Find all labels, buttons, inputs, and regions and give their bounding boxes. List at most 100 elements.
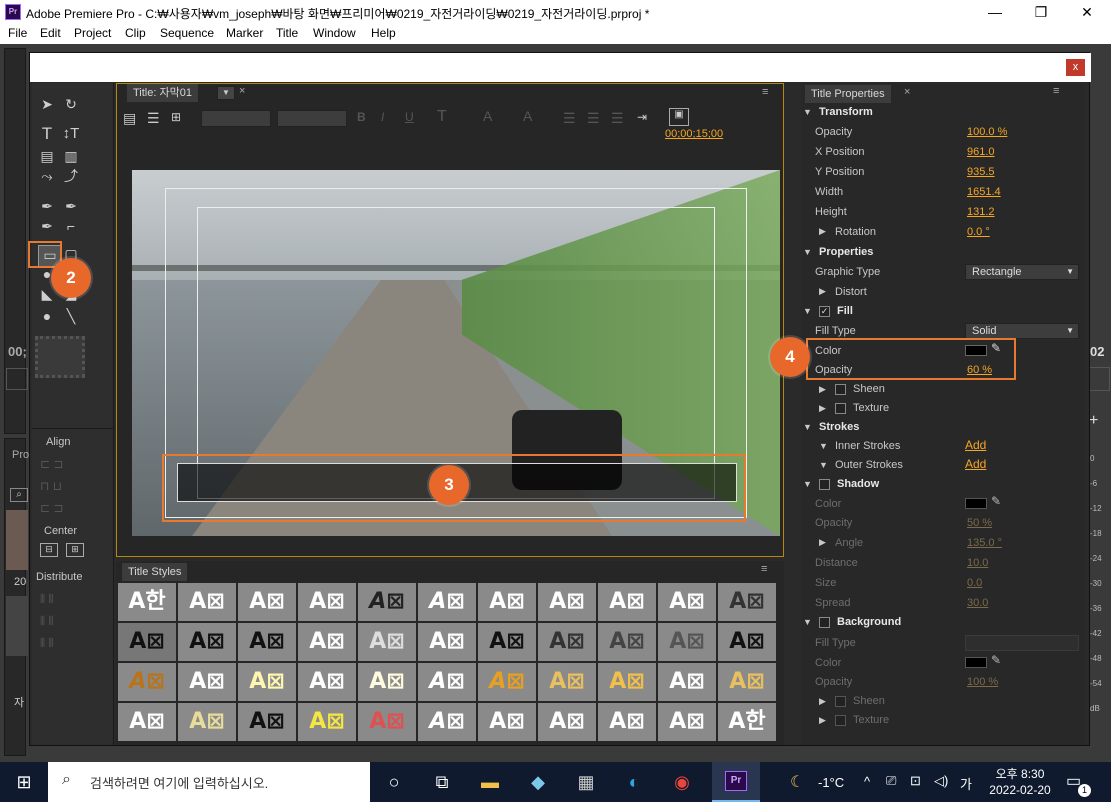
vertical-path-type-tool-icon[interactable]: ⤴	[60, 167, 82, 185]
font-family-select[interactable]	[201, 110, 271, 127]
background-checkbox[interactable]	[819, 617, 830, 628]
expand-icon[interactable]: ▼	[819, 441, 828, 451]
rotation-value[interactable]: 0.0 °	[967, 226, 990, 238]
background-sheen-checkbox[interactable]	[835, 696, 846, 707]
rotation-tool-icon[interactable]: ↻	[60, 95, 82, 113]
file-explorer-icon[interactable]: ▬	[466, 762, 514, 802]
menu-help[interactable]: Help	[371, 26, 396, 40]
font-style-select[interactable]	[277, 110, 347, 127]
project-thumbnail[interactable]	[6, 510, 28, 570]
style-swatch[interactable]: A⊠	[598, 583, 656, 621]
center-vertical-icon[interactable]: ⊞	[66, 543, 84, 557]
clock-time[interactable]: 오후 8:30	[990, 765, 1050, 782]
align-left-icon[interactable]: ☰	[563, 110, 576, 127]
style-swatch[interactable]: A⊠	[658, 703, 716, 741]
style-swatch[interactable]: A⊠	[238, 583, 296, 621]
delete-anchor-tool-icon[interactable]: ✒	[60, 197, 82, 215]
style-swatch[interactable]: A⊠	[178, 663, 236, 701]
style-swatch[interactable]: A⊠	[478, 663, 536, 701]
style-swatch[interactable]: A⊠	[358, 623, 416, 661]
eyedropper-icon[interactable]: ✎	[991, 653, 1001, 667]
cortana-icon[interactable]: ○	[370, 762, 418, 802]
add-anchor-tool-icon[interactable]: ✒	[36, 217, 58, 235]
add-icon[interactable]: +	[1089, 412, 1098, 430]
italic-icon[interactable]: I	[381, 110, 384, 124]
volume-icon[interactable]: ◁)	[934, 773, 948, 789]
windows-start-icon[interactable]: ⊞	[0, 762, 48, 802]
shadow-distance-value[interactable]: 10.0	[967, 557, 988, 569]
title-styles-tab[interactable]: Title Styles	[122, 563, 188, 581]
background-color-swatch[interactable]	[965, 657, 987, 668]
tab-stops-icon[interactable]: ⊞	[171, 110, 181, 124]
expand-icon[interactable]: ▶	[819, 696, 826, 707]
leading-icon[interactable]: A	[523, 108, 532, 124]
shadow-checkbox[interactable]	[819, 479, 830, 490]
tab-close-icon[interactable]: ×	[904, 86, 910, 98]
chrome-icon[interactable]: ◉	[658, 762, 706, 802]
style-swatch[interactable]: A⊠	[718, 583, 776, 621]
width-value[interactable]: 1651.4	[967, 186, 1001, 198]
style-swatch[interactable]: A⊠	[178, 623, 236, 661]
convert-anchor-tool-icon[interactable]: ⌐	[60, 217, 82, 235]
vertical-type-tool-icon[interactable]: ↕T	[60, 125, 82, 143]
new-title-icon[interactable]: ▤	[123, 110, 136, 127]
fill-type-select[interactable]: Solid ▼	[965, 323, 1079, 339]
style-swatch[interactable]: A⊠	[538, 663, 596, 701]
camera-icon[interactable]: ⎚	[886, 773, 896, 789]
expand-icon[interactable]: ▼	[803, 422, 812, 432]
menu-clip[interactable]: Clip	[125, 26, 146, 40]
distribute-buttons[interactable]: ⫴ ⫴ ⫴ ⫴ ⫴ ⫴	[40, 588, 90, 668]
opacity-value[interactable]: 100.0 %	[967, 126, 1007, 138]
bold-icon[interactable]: B	[357, 110, 366, 124]
strokes-header[interactable]: Strokes	[819, 421, 859, 433]
style-swatch[interactable]: A⊠	[418, 583, 476, 621]
style-swatch[interactable]: A⊠	[718, 663, 776, 701]
task-view-icon[interactable]: ⧉	[418, 762, 466, 802]
sheen-checkbox[interactable]	[835, 384, 846, 395]
ellipse-tool-icon[interactable]: ●	[36, 307, 58, 325]
font-size-icon[interactable]: T	[437, 108, 447, 126]
style-swatch[interactable]: A⊠	[178, 583, 236, 621]
transform-header[interactable]: Transform	[819, 106, 873, 118]
eyedropper-icon[interactable]: ✎	[991, 494, 1001, 508]
style-swatch[interactable]: A⊠	[598, 623, 656, 661]
style-swatch[interactable]: A⊠	[658, 583, 716, 621]
shadow-spread-value[interactable]: 30.0	[967, 597, 988, 609]
close-button[interactable]: ✕	[1064, 0, 1110, 24]
title-tab[interactable]: Title: 자막01	[127, 84, 198, 102]
kerning-icon[interactable]: A	[483, 108, 492, 124]
panel-menu-icon[interactable]: ≡	[762, 86, 768, 98]
style-swatch[interactable]: A⊠	[658, 663, 716, 701]
style-swatch[interactable]: A⊠	[538, 583, 596, 621]
type-tool-icon[interactable]: T	[36, 125, 58, 143]
shadow-size-value[interactable]: 0.0	[967, 577, 982, 589]
style-swatch[interactable]: A⊠	[238, 663, 296, 701]
menu-edit[interactable]: Edit	[40, 26, 61, 40]
shadow-color-swatch[interactable]	[965, 498, 987, 509]
style-swatch[interactable]: A⊠	[118, 703, 176, 741]
shadow-opacity-value[interactable]: 50 %	[967, 517, 992, 529]
premiere-taskbar-button[interactable]: Pr	[712, 762, 760, 802]
weather-icon[interactable]: ☾	[790, 772, 804, 792]
background-fill-type-select[interactable]	[965, 635, 1079, 651]
menu-window[interactable]: Window	[313, 26, 356, 40]
style-swatch[interactable]: A⊠	[418, 623, 476, 661]
style-swatch[interactable]: A한	[718, 703, 776, 741]
style-swatch[interactable]: A⊠	[118, 623, 176, 661]
style-swatch[interactable]: A⊠	[538, 623, 596, 661]
menu-sequence[interactable]: Sequence	[160, 26, 214, 40]
style-swatch[interactable]: A⊠	[298, 703, 356, 741]
align-buttons[interactable]: ⊏ ⊐ ⊓ ⊔ ⊏ ⊐	[40, 453, 90, 523]
project-thumbnail-2[interactable]	[6, 596, 28, 656]
style-swatch[interactable]: A⊠	[478, 583, 536, 621]
panel-menu-icon[interactable]: ≡	[1053, 85, 1059, 97]
weather-temperature[interactable]: -1°C	[818, 775, 844, 790]
style-swatch[interactable]: A⊠	[598, 663, 656, 701]
fill-checkbox[interactable]: ✓	[819, 306, 830, 317]
pen-tool-icon[interactable]: ✒	[36, 197, 58, 215]
menu-project[interactable]: Project	[74, 26, 111, 40]
underline-icon[interactable]: U	[405, 110, 414, 124]
style-swatch[interactable]: A⊠	[238, 623, 296, 661]
expand-icon[interactable]: ▶	[819, 537, 826, 548]
style-swatch[interactable]: A⊠	[358, 663, 416, 701]
